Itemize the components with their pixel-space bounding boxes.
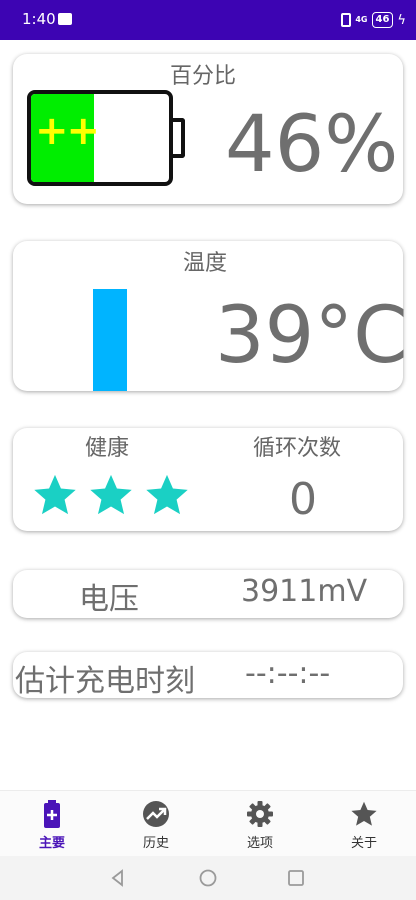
battery-level-icon: ++ bbox=[27, 90, 173, 186]
system-navigation-bar bbox=[0, 856, 416, 900]
percent-title: 百分比 bbox=[170, 64, 237, 89]
signal-icon: 4G bbox=[355, 15, 368, 24]
temperature-bar bbox=[93, 288, 127, 391]
cycles-value: 0 bbox=[289, 474, 317, 525]
nav-label-history: 历史 bbox=[142, 836, 169, 851]
estimate-label: 估计充电时刻 bbox=[15, 664, 195, 699]
star-icon bbox=[90, 474, 132, 515]
estimate-value: --:--:-- bbox=[245, 656, 331, 691]
estimate-row: 估计充电时刻 --:--:-- bbox=[13, 652, 403, 699]
voltage-row: 电压 3911mV bbox=[13, 570, 403, 618]
health-title: 健康 bbox=[85, 436, 130, 461]
message-icon bbox=[58, 13, 72, 25]
nav-label-about: 关于 bbox=[350, 836, 377, 851]
health-stars bbox=[31, 472, 191, 518]
voltage-value: 3911mV bbox=[241, 574, 368, 609]
star-icon bbox=[349, 799, 379, 829]
nav-label-main: 主要 bbox=[38, 836, 65, 851]
vibrate-icon bbox=[341, 13, 352, 27]
nav-item-main[interactable]: 主要 bbox=[0, 791, 104, 857]
battery-icon: 46 bbox=[371, 12, 394, 28]
status-time: 1:40 bbox=[22, 10, 56, 28]
percent-value: 46% bbox=[225, 100, 399, 190]
trending-icon bbox=[141, 799, 171, 829]
temperature-bar-track bbox=[93, 275, 127, 391]
health-card: 健康 循环次数 0 bbox=[13, 428, 403, 531]
temperature-title: 温度 bbox=[183, 251, 228, 276]
temperature-value: 39°C bbox=[215, 291, 408, 381]
star-icon bbox=[34, 474, 76, 515]
battery-plus-symbol: ++ bbox=[35, 108, 100, 154]
voltage-label: 电压 bbox=[79, 582, 139, 617]
percent-card: 百分比 ++ 46% bbox=[13, 54, 403, 204]
status-icons: 4G 46 ϟ bbox=[341, 11, 406, 29]
status-bar: 1:40 4G 46 ϟ bbox=[0, 0, 416, 40]
back-icon[interactable] bbox=[108, 868, 128, 888]
cycles-title: 循环次数 bbox=[253, 436, 342, 461]
nav-item-options[interactable]: 选项 bbox=[208, 791, 312, 857]
nav-item-history[interactable]: 历史 bbox=[104, 791, 208, 857]
home-icon[interactable] bbox=[198, 868, 218, 888]
battery-tip bbox=[173, 118, 185, 158]
recents-icon[interactable] bbox=[286, 868, 306, 888]
bottom-navigation: 主要 历史 选项 关于 bbox=[0, 790, 416, 856]
temperature-card: 温度 39°C bbox=[13, 241, 408, 391]
nav-item-about[interactable]: 关于 bbox=[312, 791, 416, 857]
nav-label-options: 选项 bbox=[246, 836, 273, 851]
charging-icon: ϟ bbox=[397, 12, 406, 28]
gear-icon bbox=[245, 799, 275, 829]
battery-icon bbox=[37, 799, 67, 829]
star-icon bbox=[146, 474, 188, 515]
